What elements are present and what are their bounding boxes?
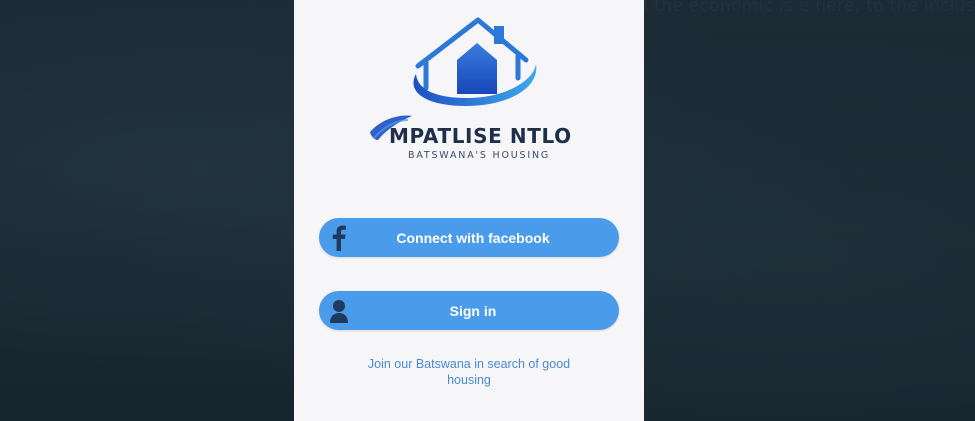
sign-in-button[interactable]: Sign in bbox=[319, 291, 619, 330]
brand-name: MPATLISE NTLO bbox=[389, 124, 572, 148]
join-tagline: Join our Batswana in search of good hous… bbox=[367, 357, 571, 387]
facebook-icon bbox=[332, 225, 346, 251]
app-screen: MPATLISE NTLO BATSWANA'S HOUSING Connect… bbox=[294, 0, 644, 421]
connect-facebook-label: Connect with facebook bbox=[396, 229, 550, 246]
brand-tagline: BATSWANA'S HOUSING bbox=[408, 150, 551, 161]
background-text: ...and the economic is e here, to the in… bbox=[598, 0, 975, 16]
connect-facebook-button[interactable]: Connect with facebook bbox=[319, 218, 619, 257]
sign-in-label: Sign in bbox=[449, 302, 497, 319]
user-icon bbox=[330, 300, 348, 323]
